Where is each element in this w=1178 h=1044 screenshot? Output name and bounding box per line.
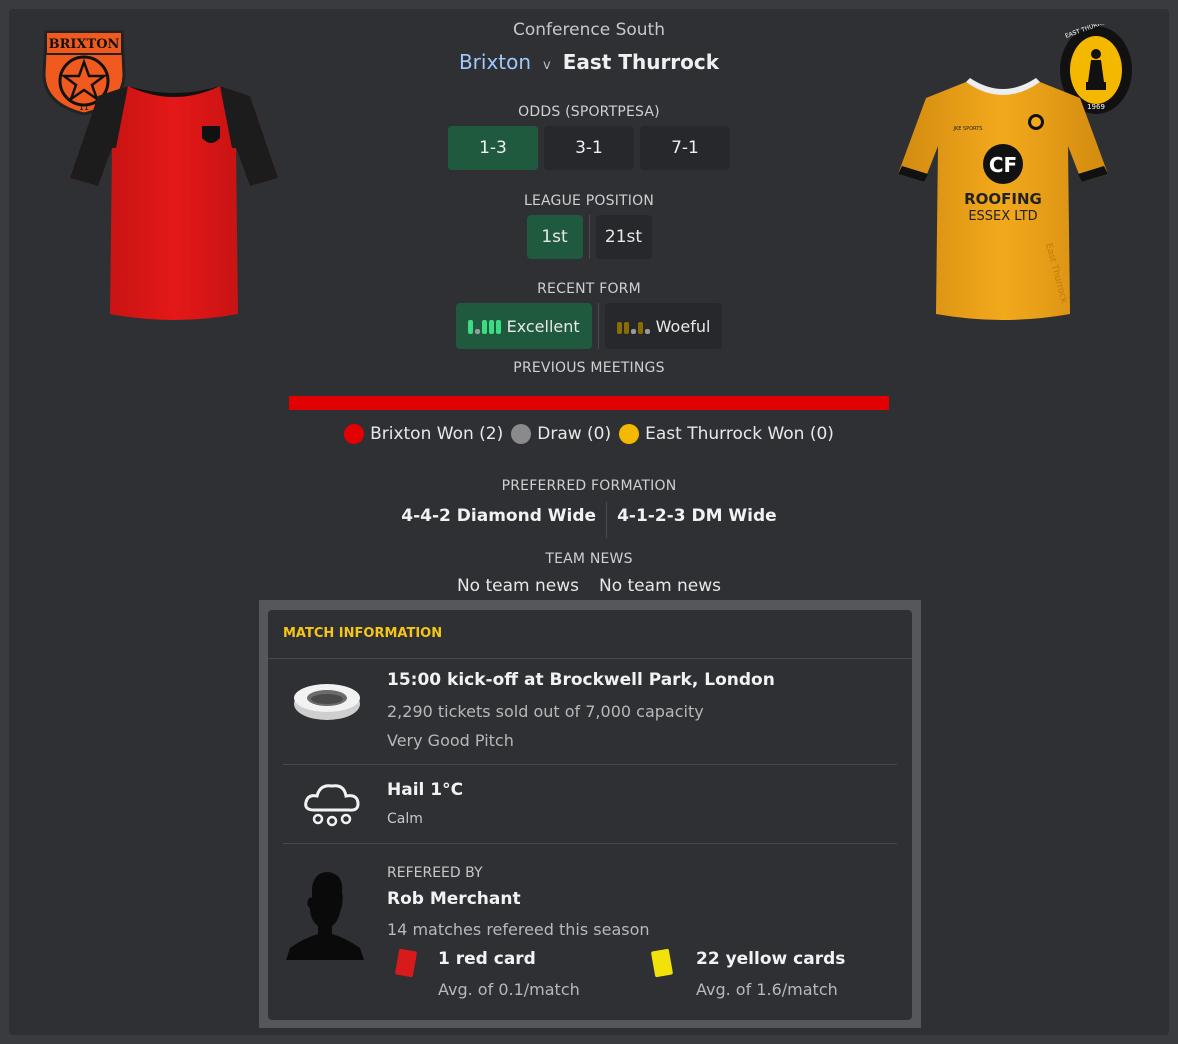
- svg-text:CF: CF: [989, 153, 1017, 177]
- odds-row: 1-3 3-1 7-1: [289, 126, 889, 170]
- home-team-news: No team news: [456, 576, 579, 596]
- divider: [283, 764, 897, 765]
- stadium-icon: [294, 684, 360, 720]
- form-bars-icon: [616, 318, 650, 334]
- red-card-icon: [395, 948, 417, 978]
- wind-condition: Calm: [387, 811, 423, 827]
- pitch-condition: Very Good Pitch: [387, 731, 514, 750]
- referee-silhouette-icon: [286, 872, 364, 960]
- svg-text:BRIXTON: BRIXTON: [49, 37, 120, 52]
- hail-cloud-icon: [304, 784, 360, 827]
- home-league-position[interactable]: 1st: [526, 215, 583, 259]
- previous-meetings-bar[interactable]: [289, 396, 889, 410]
- yellow-card-icon: [651, 948, 673, 978]
- recent-form-row: Excellent Woeful: [289, 303, 889, 349]
- svg-text:ROOFING: ROOFING: [964, 190, 1042, 208]
- match-info-title: MATCH INFORMATION: [283, 626, 443, 641]
- legend-away-won: East Thurrock Won (0): [619, 424, 834, 444]
- divider: [597, 303, 599, 349]
- yellow-dot-icon: [619, 424, 640, 444]
- recent-form-title: RECENT FORM: [537, 281, 641, 297]
- fixture-title: Brixton v East Thurrock: [289, 50, 889, 74]
- odds-draw[interactable]: 3-1: [544, 126, 634, 170]
- team-news-title: TEAM NEWS: [545, 551, 633, 567]
- divider: [283, 843, 897, 844]
- versus-label: v: [543, 58, 551, 73]
- formation-row: 4-4-2 Diamond Wide 4-1-2-3 DM Wide: [289, 502, 889, 538]
- tickets-sold: 2,290 tickets sold out of 7,000 capacity: [387, 702, 704, 721]
- divider: [588, 215, 590, 259]
- away-kit-shirt: CF ROOFING ESSEX LTD JKE SPORTS East Thu…: [898, 78, 1108, 320]
- away-league-position[interactable]: 21st: [595, 215, 652, 259]
- home-team-link[interactable]: Brixton: [459, 50, 531, 74]
- weather-temperature: Hail 1°C: [387, 780, 464, 800]
- away-formation[interactable]: 4-1-2-3 DM Wide: [607, 502, 787, 538]
- away-team-link[interactable]: East Thurrock: [563, 50, 719, 74]
- svg-text:ESSEX LTD: ESSEX LTD: [968, 209, 1037, 224]
- formation-title: PREFERRED FORMATION: [501, 478, 677, 494]
- home-formation[interactable]: 4-4-2 Diamond Wide: [391, 502, 606, 538]
- venue-kickoff[interactable]: 15:00 kick-off at Brockwell Park, London: [387, 670, 775, 690]
- grey-dot-icon: [511, 424, 532, 444]
- odds-home-win[interactable]: 1-3: [448, 126, 538, 170]
- red-dot-icon: [344, 424, 365, 444]
- divider: [268, 658, 912, 659]
- league-position-title: LEAGUE POSITION: [523, 193, 655, 209]
- home-form-label: Excellent: [506, 316, 580, 336]
- team-news-row: No team news No team news: [289, 576, 889, 596]
- match-info-card: MATCH INFORMATION 15:00 kick-off at Broc…: [268, 610, 912, 1020]
- legend-draw: Draw (0): [511, 424, 611, 444]
- away-recent-form[interactable]: Woeful: [604, 303, 723, 349]
- home-kit-shirt: [70, 86, 278, 320]
- form-bars-icon: [467, 318, 501, 334]
- yellow-card-count: 22 yellow cards: [696, 949, 846, 969]
- previous-meetings-title: PREVIOUS MEETINGS: [513, 360, 665, 376]
- home-recent-form[interactable]: Excellent: [455, 303, 592, 349]
- league-position-row: 1st 21st: [289, 215, 889, 259]
- referee-label: REFEREED BY: [387, 865, 483, 881]
- yellow-card-average: Avg. of 1.6/match: [696, 980, 838, 999]
- previous-meetings-legend: Brixton Won (2) Draw (0) East Thurrock W…: [289, 424, 889, 444]
- odds-title: ODDS (SPORTPESA): [518, 104, 660, 120]
- red-card-count: 1 red card: [438, 949, 536, 969]
- away-team-news: No team news: [599, 576, 722, 596]
- referee-name[interactable]: Rob Merchant: [387, 889, 521, 909]
- legend-home-won: Brixton Won (2): [344, 424, 503, 444]
- svg-text:JKE SPORTS: JKE SPORTS: [953, 126, 983, 132]
- away-form-label: Woeful: [655, 316, 711, 336]
- red-card-average: Avg. of 0.1/match: [438, 980, 580, 999]
- competition-name[interactable]: Conference South: [289, 20, 889, 40]
- odds-away-win[interactable]: 7-1: [640, 126, 730, 170]
- referee-matches: 14 matches refereed this season: [387, 920, 650, 939]
